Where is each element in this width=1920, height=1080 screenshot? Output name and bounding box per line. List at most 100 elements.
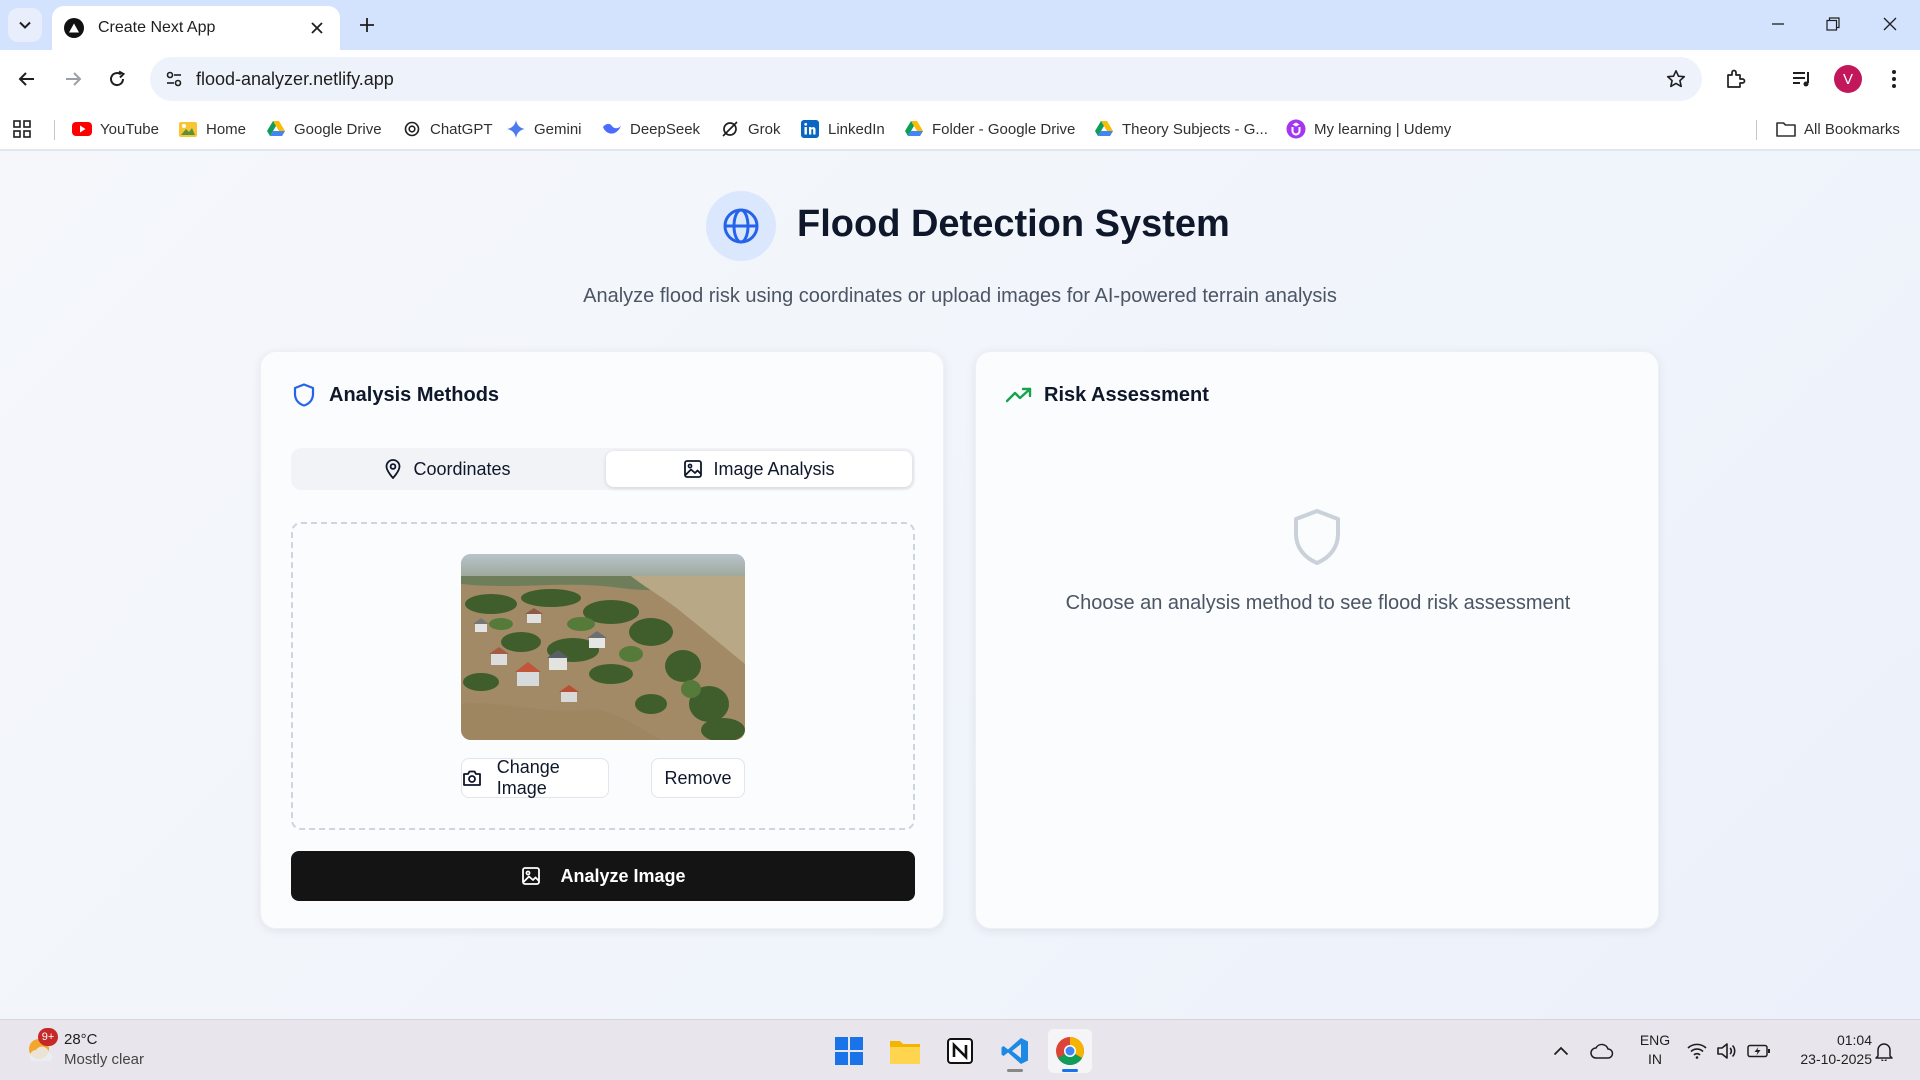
nextjs-favicon-icon [64,18,84,38]
tab-coordinates[interactable]: Coordinates [294,451,600,487]
page-title: Flood Detection System [797,203,1230,245]
bookmark-grok[interactable]: Grok [720,116,781,142]
remove-label: Remove [664,767,732,788]
trending-up-icon [1006,382,1032,408]
bookmark-home[interactable]: Home [178,116,246,142]
chatgpt-icon [402,119,422,139]
tab-search-button[interactable] [8,8,42,42]
chevron-down-icon [19,21,31,29]
battery-button[interactable] [1746,1038,1772,1064]
battery-charging-icon [1747,1044,1770,1058]
bookmark-gemini[interactable]: Gemini [506,116,582,142]
extensions-button[interactable] [1720,63,1752,95]
start-icon [835,1037,863,1065]
kebab-menu-icon [1892,70,1896,88]
bookmark-theory-subjects[interactable]: Theory Subjects - G... [1094,116,1268,142]
google-drive-icon [1094,119,1114,139]
file-explorer-icon [890,1041,920,1064]
forward-button[interactable] [56,62,90,96]
bookmark-label: Gemini [534,120,582,138]
notion-button[interactable] [938,1029,982,1073]
all-bookmarks-label: All Bookmarks [1804,120,1900,138]
camera-icon [462,767,483,789]
bookmark-deepseek[interactable]: DeepSeek [602,116,700,142]
wifi-icon [1687,1043,1707,1059]
chrome-icon [1056,1037,1084,1065]
onedrive-button[interactable] [1589,1038,1615,1064]
system-clock[interactable]: 01:04 23-10-2025 [1782,1031,1872,1069]
input-language-indicator[interactable]: ENG IN [1633,1031,1677,1069]
apps-shortcut[interactable] [12,116,32,142]
bookmark-google-drive[interactable]: Google Drive [266,116,382,142]
site-settings-icon[interactable] [162,67,186,91]
remove-image-button[interactable]: Remove [651,758,745,798]
image-icon [520,865,542,887]
bookmark-separator [1756,120,1757,140]
bookmark-youtube[interactable]: YouTube [72,116,159,142]
volume-button[interactable] [1714,1038,1740,1064]
tab-label: Coordinates [413,458,511,479]
folder-icon [1776,119,1796,139]
analyze-image-button[interactable]: Analyze Image [291,851,915,901]
bookmarks-bar: YouTube Home Google Drive ChatGPT Gemini… [0,108,1920,150]
empty-state-text: Choose an analysis method to see flood r… [1065,592,1571,614]
card-title: Risk Assessment [1044,383,1209,406]
browser-menu-button[interactable] [1878,63,1910,95]
show-hidden-icons-button[interactable] [1548,1038,1574,1064]
notifications-button[interactable] [1871,1038,1897,1064]
address-bar[interactable]: flood-analyzer.netlify.app [150,57,1702,101]
clock-date: 23-10-2025 [1800,1051,1872,1067]
bookmark-label: Home [206,120,247,138]
app-running-indicator [1007,1069,1023,1072]
minimize-button[interactable] [1758,8,1798,40]
image-icon [683,459,703,479]
wifi-button[interactable] [1684,1038,1710,1064]
tab-title: Create Next App [98,19,216,36]
analysis-tabs: Coordinates Image Analysis [291,448,915,490]
bookmark-label: Folder - Google Drive [932,120,1076,138]
map-pin-icon [383,459,403,479]
bookmark-chatgpt[interactable]: ChatGPT [402,116,493,142]
media-queue-icon [1793,72,1809,87]
plus-icon [360,18,374,32]
browser-tab[interactable]: Create Next App [52,6,340,50]
tab-image-analysis[interactable]: Image Analysis [606,451,912,487]
close-window-button[interactable] [1870,8,1910,40]
start-button[interactable] [827,1029,871,1073]
bookmark-udemy[interactable]: My learning | Udemy [1286,116,1451,142]
deepseek-icon [602,119,622,139]
restore-button[interactable] [1813,8,1853,40]
arrow-left-icon [18,72,34,86]
file-explorer-button[interactable] [883,1029,927,1073]
home-icon [178,119,198,139]
risk-assessment-heading: Risk Assessment [1006,382,1209,408]
chrome-button[interactable] [1048,1029,1092,1073]
all-bookmarks-button[interactable]: All Bookmarks [1776,116,1900,142]
bookmark-linkedin[interactable]: LinkedIn [800,116,885,142]
puzzle-icon [1727,69,1746,88]
change-image-label: Change Image [496,757,560,798]
vscode-button[interactable] [993,1029,1037,1073]
change-image-button[interactable]: Change Image [461,757,609,798]
bookmark-star-icon[interactable] [1664,67,1688,91]
tab-label: Image Analysis [713,458,835,479]
analysis-methods-heading: Analysis Methods [291,382,499,408]
bookmark-folder-google-drive[interactable]: Folder - Google Drive [904,116,1075,142]
windows-taskbar: 9+ 28°C Mostly clear ENG IN 01:04 23-10-… [0,1019,1920,1080]
back-button[interactable] [10,62,44,96]
weather-description: Mostly clear [64,1051,145,1068]
bookmark-label: DeepSeek [630,120,701,138]
bookmark-label: Google Drive [294,120,382,138]
profile-avatar[interactable]: V [1834,65,1862,93]
browser-toolbar: flood-analyzer.netlify.app V [0,50,1920,108]
image-upload-dropzone[interactable]: Change Image Remove [291,522,915,830]
new-tab-button[interactable] [352,10,382,40]
volume-icon [1717,1043,1736,1059]
apps-grid-icon [13,120,31,138]
bookmark-separator [54,120,55,140]
bookmark-label: LinkedIn [828,120,885,138]
close-tab-icon[interactable] [306,17,328,39]
media-controls-button[interactable] [1786,63,1818,95]
reload-button[interactable] [100,62,134,96]
google-drive-icon [266,119,286,139]
